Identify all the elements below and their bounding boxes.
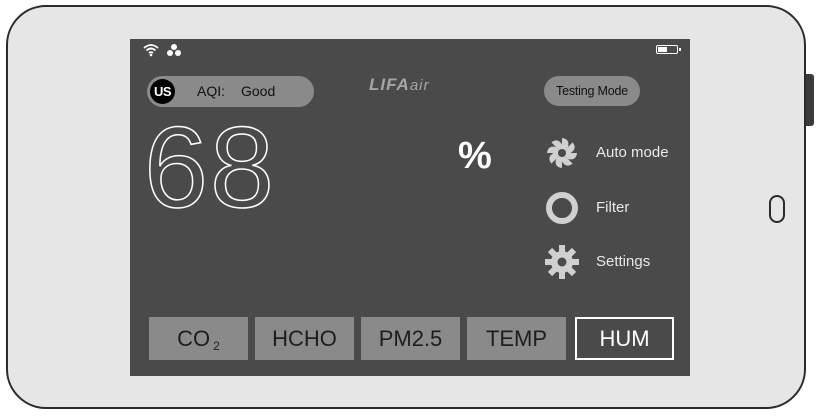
tab-co2-label: CO <box>177 326 211 351</box>
fan-status-icon <box>167 44 181 56</box>
reading-unit: % <box>458 135 492 177</box>
filter-button[interactable]: Filter <box>544 190 684 226</box>
fan-icon <box>547 138 577 168</box>
tab-co2[interactable]: CO 2 <box>149 317 248 360</box>
battery-icon <box>656 45 681 54</box>
filter-label: Filter <box>596 199 630 216</box>
tab-co2-subscript: 2 <box>213 339 220 353</box>
home-button[interactable] <box>769 195 785 223</box>
brand-logo: LIFAair <box>369 75 430 95</box>
aqi-status-pill: US AQI: Good <box>147 76 314 107</box>
tab-pm25[interactable]: PM2.5 <box>361 317 460 360</box>
testing-mode-button[interactable]: Testing Mode <box>544 76 640 106</box>
brand-main: LIFA <box>369 75 410 94</box>
tab-temp[interactable]: TEMP <box>467 317 566 360</box>
auto-mode-label: Auto mode <box>596 144 669 161</box>
filter-ring-icon <box>546 192 578 224</box>
aqi-label: AQI: <box>197 83 226 99</box>
battery-level <box>658 47 667 52</box>
gear-icon <box>545 245 579 279</box>
auto-mode-button[interactable]: Auto mode <box>544 135 684 171</box>
tab-hum[interactable]: HUM <box>575 317 674 360</box>
brand-sub: air <box>409 77 430 94</box>
aqi-value: Good <box>241 83 276 99</box>
settings-label: Settings <box>596 253 651 270</box>
aqi-standard-badge: US <box>150 79 175 104</box>
settings-button[interactable]: Settings <box>544 244 684 280</box>
wifi-icon <box>143 44 159 57</box>
power-button[interactable] <box>806 74 814 126</box>
screen: US AQI: Good LIFAair Testing Mode 68 % A… <box>130 39 690 376</box>
tab-hcho[interactable]: HCHO <box>255 317 354 360</box>
reading-value: 68 <box>143 104 276 232</box>
